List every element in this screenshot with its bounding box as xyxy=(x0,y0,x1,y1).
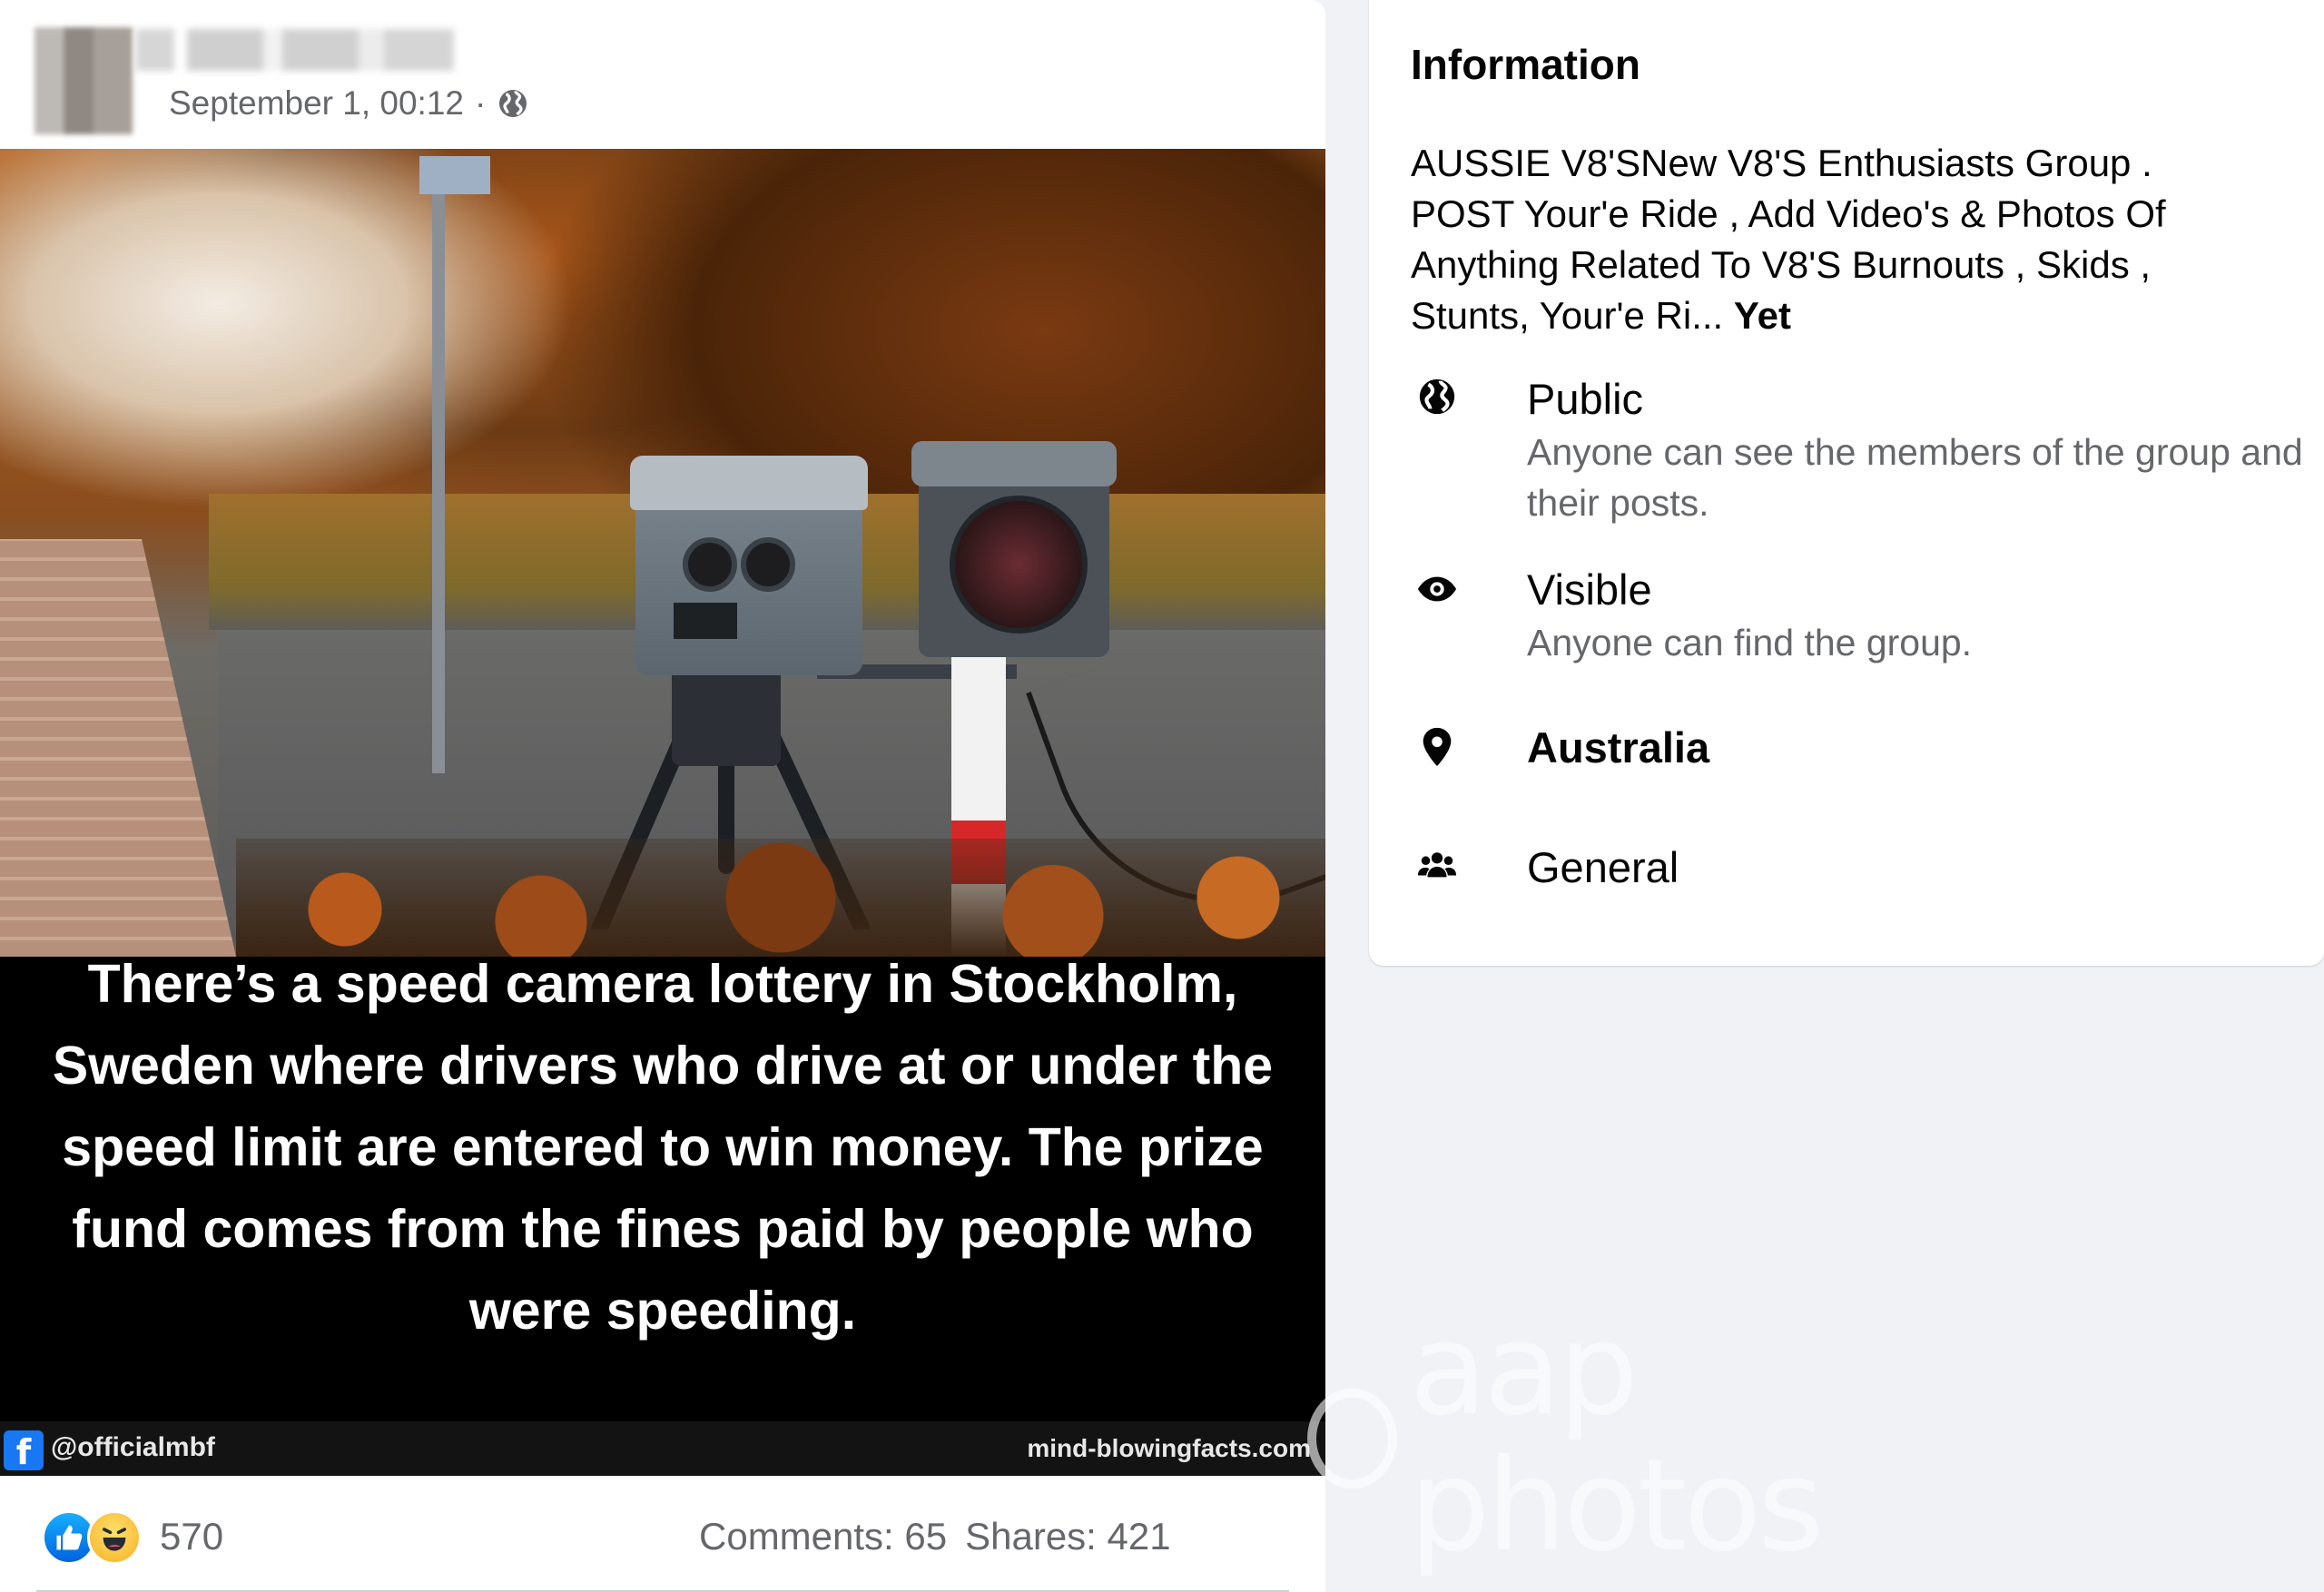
reaction-icons[interactable] xyxy=(42,1510,142,1565)
reaction-count[interactable]: 570 xyxy=(160,1510,223,1563)
category-label: General xyxy=(1527,843,1679,891)
post-timestamp[interactable]: September 1, 00:12 xyxy=(169,84,464,123)
comments-count[interactable]: Comments: 65 xyxy=(699,1510,947,1563)
privacy-label: Public xyxy=(1527,375,1644,423)
flash-lens xyxy=(950,496,1088,634)
shares-count[interactable]: Shares: 421 xyxy=(965,1510,1171,1563)
camera-lens xyxy=(741,537,795,592)
brick-sidewalk xyxy=(0,539,236,957)
speed-camera-photo xyxy=(0,149,1325,957)
group-description: AUSSIE V8'SNew V8'S Enthusiasts Group . … xyxy=(1411,138,2264,341)
privacy-description: Anyone can see the members of the group … xyxy=(1527,431,2303,524)
see-more-link[interactable]: Yet xyxy=(1734,294,1791,337)
camera-hood xyxy=(630,456,868,510)
watermark-logo-icon xyxy=(1307,1389,1397,1489)
info-title: Information xyxy=(1411,41,1640,88)
post-header: September 1, 00:12 · xyxy=(0,0,1325,147)
image-caption: There’s a speed camera lottery in Stockh… xyxy=(52,954,1274,1341)
author-name[interactable] xyxy=(136,29,454,71)
sign-pole xyxy=(432,156,445,773)
location-pin-icon xyxy=(1416,726,1458,768)
camera-lens xyxy=(683,537,737,592)
globe-icon[interactable] xyxy=(497,87,529,120)
post-image[interactable]: There’s a speed camera lottery in Stockh… xyxy=(0,149,1325,1476)
watermark-text: aap photos xyxy=(1409,1296,1825,1580)
aap-photos-watermark: aap photos xyxy=(1307,1302,1997,1575)
eye-icon xyxy=(1416,568,1458,610)
globe-icon xyxy=(1416,376,1458,418)
reactions-bar: 570 Comments: 65 Shares: 421 xyxy=(0,1476,1325,1592)
sign-plate xyxy=(419,156,490,194)
speed-camera-unit xyxy=(630,456,868,675)
camera-mount xyxy=(672,666,781,766)
visibility-label: Visible xyxy=(1527,565,1652,614)
avatar[interactable] xyxy=(34,27,133,134)
facebook-logo-icon: f xyxy=(4,1430,44,1472)
image-site: mind-blowingfacts.com xyxy=(1027,1434,1311,1462)
image-handle: @officialmbf xyxy=(51,1432,215,1462)
image-footer: f @officialmbf mind-blowingfacts.com xyxy=(0,1421,1325,1476)
visibility-description: Anyone can find the group. xyxy=(1527,622,1973,663)
flash-hood xyxy=(911,441,1117,486)
post-card: September 1, 00:12 · There’s a speed cam… xyxy=(0,0,1325,1592)
flash-unit xyxy=(911,441,1117,657)
group-icon xyxy=(1416,844,1458,886)
image-caption-area: There’s a speed camera lottery in Stockh… xyxy=(0,954,1325,1341)
meta-separator: · xyxy=(475,84,487,122)
autumn-bushes xyxy=(236,839,1325,957)
post-meta: September 1, 00:12 · xyxy=(169,82,529,125)
camera-sensor xyxy=(674,603,737,639)
haha-icon xyxy=(87,1510,142,1565)
location-label[interactable]: Australia xyxy=(1527,722,1709,772)
post-stats: Comments: 65 Shares: 421 xyxy=(699,1510,1171,1563)
group-info-card: Information AUSSIE V8'SNew V8'S Enthusia… xyxy=(1369,0,2324,966)
